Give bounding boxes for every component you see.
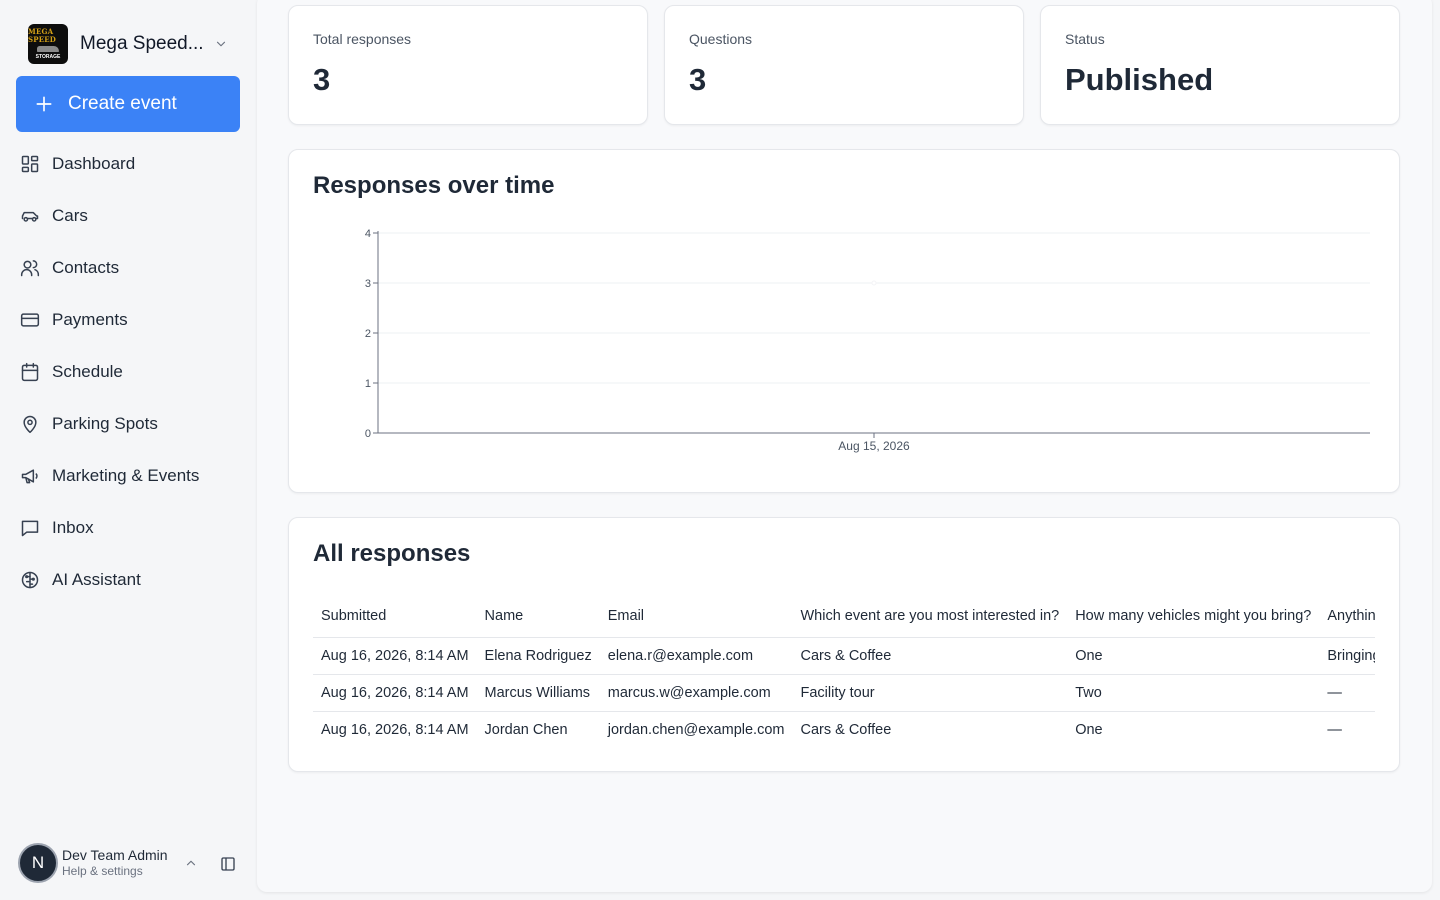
map-pin-icon <box>23 415 37 434</box>
org-logo-text-bottom: STORAGE <box>35 54 61 60</box>
y-tick-label: 4 <box>365 228 371 240</box>
table-cell: Cars & Coffee <box>800 721 892 738</box>
data-point <box>871 280 877 286</box>
x-tick-label: Aug 15, 2026 <box>838 439 910 453</box>
y-tick-label: 3 <box>365 278 371 290</box>
table-cell: Bringing my <box>1319 637 1375 675</box>
stat-card-status: Status Published <box>1040 5 1400 125</box>
table-cell: Aug 16, 2026, 8:14 AM <box>313 674 477 712</box>
message-square-icon <box>21 520 39 537</box>
sidebar-item-contacts[interactable]: Contacts <box>16 242 240 294</box>
column-header: Name <box>476 596 600 638</box>
sidebar-nav: Dashboard Cars Contacts Payments Schedul… <box>16 138 240 606</box>
sidebar-item-parking-spots[interactable]: Parking Spots <box>16 398 240 450</box>
brain-icon <box>21 571 39 589</box>
avatar: N <box>18 843 58 883</box>
main-content: Total responses 3 Questions 3 Status Pub… <box>257 0 1432 892</box>
table-row[interactable]: Aug 16, 2026, 8:14 AM Elena Rodriguez el… <box>313 637 1375 675</box>
org-logo: MEGA SPEED STORAGE <box>28 24 68 64</box>
stat-value: 3 <box>689 62 707 97</box>
y-tick-label: 0 <box>365 428 371 440</box>
sidebar-item-marketing-events[interactable]: Marketing & Events <box>16 450 240 502</box>
sidebar-item-label: AI Assistant <box>52 570 141 589</box>
car-icon <box>21 211 39 222</box>
table-cell: Facility tour <box>792 674 1068 712</box>
sidebar-item-inbox[interactable]: Inbox <box>16 502 240 554</box>
dashboard-icon <box>21 155 39 173</box>
table-row[interactable]: Aug 16, 2026, 8:14 AM Jordan Chen jordan… <box>313 711 1375 748</box>
users-icon <box>20 260 40 277</box>
sidebar-item-cars[interactable]: Cars <box>16 190 240 242</box>
column-header: Anything else we should know? <box>1319 596 1375 638</box>
column-header: Email <box>599 596 793 638</box>
org-logo-car <box>37 46 59 52</box>
table-cell: Two <box>1067 674 1320 712</box>
plus-icon <box>36 96 52 112</box>
sidebar-item-label: Inbox <box>52 518 94 537</box>
sidebar-item-label: Schedule <box>52 362 123 381</box>
sidebar-item-label: Marketing & Events <box>52 466 200 485</box>
org-switcher[interactable]: MEGA SPEED STORAGE Mega Speed... <box>28 24 240 64</box>
table-cell: Aug 16, 2026, 8:14 AM <box>321 721 469 738</box>
stat-label: Total responses <box>313 31 412 47</box>
sidebar-item-label: Cars <box>52 206 88 225</box>
y-tick-label: 2 <box>365 328 371 340</box>
responses-table-scroll[interactable]: Submitted Name Email Which event are you… <box>313 596 1375 776</box>
table-cell: jordan.chen@example.com <box>607 721 785 738</box>
user-info: Dev Team Admin Help & settings <box>62 847 168 879</box>
sidebar-item-schedule[interactable]: Schedule <box>16 346 240 398</box>
stat-label: Status <box>1065 31 1105 47</box>
sidebar-item-label: Parking Spots <box>52 414 158 433</box>
stat-value: 3 <box>313 62 331 97</box>
megaphone-icon <box>21 469 38 484</box>
table-cell: Marcus Williams <box>476 674 600 712</box>
table-cell: Jordan Chen <box>484 721 568 738</box>
sidebar-item-payments[interactable]: Payments <box>16 294 240 346</box>
table-cell: marcus.w@example.com <box>599 674 793 712</box>
sidebar-item-ai-assistant[interactable]: AI Assistant <box>16 554 240 606</box>
sidebar-item-dashboard[interactable]: Dashboard <box>16 138 240 190</box>
sidebar-item-label: Payments <box>52 310 128 329</box>
org-logo-text-top: MEGA SPEED <box>28 27 57 44</box>
responses-over-time-chart: 0 1 2 3 4 Aug 15, 2026 <box>365 228 1370 453</box>
chevron-down-icon <box>216 41 226 47</box>
user-subtitle: Help & settings <box>62 864 143 878</box>
table-header-row: Submitted Name Email Which event are you… <box>313 596 1375 638</box>
chevron-up-icon <box>186 860 196 866</box>
table-cell: elena.r@example.com <box>599 637 793 675</box>
table-title: All responses <box>313 540 471 567</box>
sidebar: MEGA SPEED STORAGE Mega Speed... Create … <box>0 0 256 900</box>
table-cell: Aug 16, 2026, 8:14 AM <box>313 637 477 675</box>
user-name: Dev Team Admin <box>62 847 168 863</box>
org-name: Mega Speed... <box>80 33 202 54</box>
column-header: How many vehicles might you bring? <box>1067 596 1320 638</box>
table-cell: — <box>1319 674 1375 712</box>
user-menu[interactable]: N Dev Team Admin Help & settings <box>18 842 240 884</box>
stat-label: Questions <box>689 31 753 47</box>
stat-card-total-responses: Total responses 3 <box>288 5 648 125</box>
column-header: Which event are you most interested in? <box>792 596 1068 638</box>
credit-card-icon <box>20 313 40 327</box>
table-cell: — <box>1327 721 1342 738</box>
stat-card-questions: Questions 3 <box>664 5 1024 125</box>
table-cell: One <box>1067 637 1320 675</box>
all-responses-card: All responses Submitted Name Email Which… <box>288 517 1400 772</box>
create-event-button[interactable]: Create event <box>16 76 240 132</box>
sidebar-item-label: Dashboard <box>52 154 136 173</box>
sidebar-item-label: Contacts <box>52 258 120 277</box>
y-tick-label: 1 <box>365 378 371 390</box>
column-header: Submitted <box>313 596 477 638</box>
responses-chart-card: Responses over time 0 1 2 3 4 Aug 15, 2026 <box>288 149 1400 493</box>
sidebar-toggle-icon[interactable] <box>220 856 236 872</box>
responses-table: Submitted Name Email Which event are you… <box>313 596 1375 748</box>
table-cell: Elena Rodriguez <box>476 637 600 675</box>
calendar-icon <box>21 362 39 382</box>
create-event-label: Create event <box>68 93 177 114</box>
stat-value: Published <box>1065 62 1214 97</box>
table-cell: One <box>1075 721 1103 738</box>
table-row[interactable]: Aug 16, 2026, 8:14 AM Marcus Williams ma… <box>313 674 1375 712</box>
table-cell: Cars & Coffee <box>792 637 1068 675</box>
